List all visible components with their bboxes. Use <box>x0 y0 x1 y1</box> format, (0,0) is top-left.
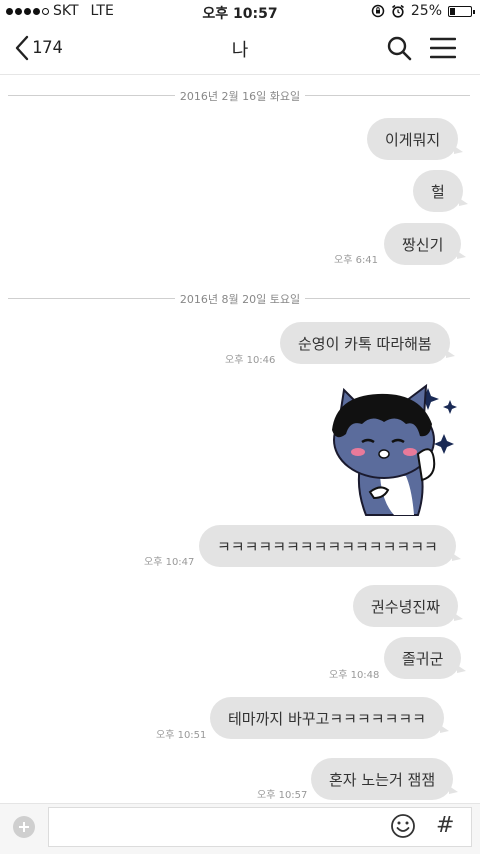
cat-sticker[interactable] <box>322 380 462 520</box>
add-attachment-button[interactable] <box>13 816 35 838</box>
chat-header: 174 나 <box>0 24 480 75</box>
message-time: 오후 10:47 <box>144 557 195 568</box>
search-icon <box>387 36 412 61</box>
message-time: 오후 10:48 <box>329 670 380 681</box>
message-bubble[interactable]: 이게뭐지 <box>367 118 464 160</box>
message-time: 오후 10:57 <box>257 790 308 801</box>
hashtag-button[interactable]: # <box>436 813 454 838</box>
emoticon-button[interactable] <box>390 813 416 843</box>
message-bubble[interactable]: ㅋㅋㅋㅋㅋㅋㅋㅋㅋㅋㅋㅋㅋㅋㅋㅋ <box>199 525 461 567</box>
message-time: 오후 6:41 <box>334 255 379 266</box>
message-bubble[interactable]: 졸귀군 <box>384 637 467 679</box>
message-bubble[interactable]: 헐 <box>413 170 468 212</box>
battery-icon <box>448 5 475 17</box>
chat-log[interactable]: 2016년 2월 16일 화요일 이게뭐지 헐 짱신기 오후 6:41 2016… <box>0 75 480 803</box>
message-bubble[interactable]: 권수녕진짜 <box>353 585 464 627</box>
message-bubble[interactable]: 혼자 노는거 잼잼 <box>311 758 459 800</box>
message-bubble[interactable]: 순영이 카톡 따라해봄 <box>280 322 455 364</box>
rotation-lock-icon <box>371 4 385 18</box>
menu-button[interactable] <box>429 37 457 63</box>
message-bubble[interactable]: 짱신기 <box>384 223 467 265</box>
hamburger-menu-icon <box>429 37 457 59</box>
date-divider: 2016년 2월 16일 화요일 <box>0 88 480 104</box>
search-button[interactable] <box>386 35 412 65</box>
smiley-icon <box>391 814 415 838</box>
alarm-icon <box>391 4 404 18</box>
message-bubble[interactable]: 테마까지 바꾸고ㅋㅋㅋㅋㅋㅋㅋ <box>210 697 449 739</box>
message-time: 오후 10:51 <box>156 730 207 741</box>
message-time: 오후 10:46 <box>225 355 276 366</box>
chevron-left-icon <box>15 35 29 61</box>
unread-count: 174 <box>32 38 63 58</box>
date-label: 2016년 2월 16일 화요일 <box>174 90 306 103</box>
message-composer: # <box>0 803 480 854</box>
battery-percent: 25% <box>410 3 442 19</box>
back-button[interactable]: 174 <box>14 34 63 62</box>
status-right: 25% <box>371 3 475 19</box>
status-bar: SKT LTE 오후 10:57 25% <box>0 0 480 24</box>
date-divider: 2016년 8월 20일 토요일 <box>0 291 480 307</box>
date-label: 2016년 8월 20일 토요일 <box>174 293 306 306</box>
